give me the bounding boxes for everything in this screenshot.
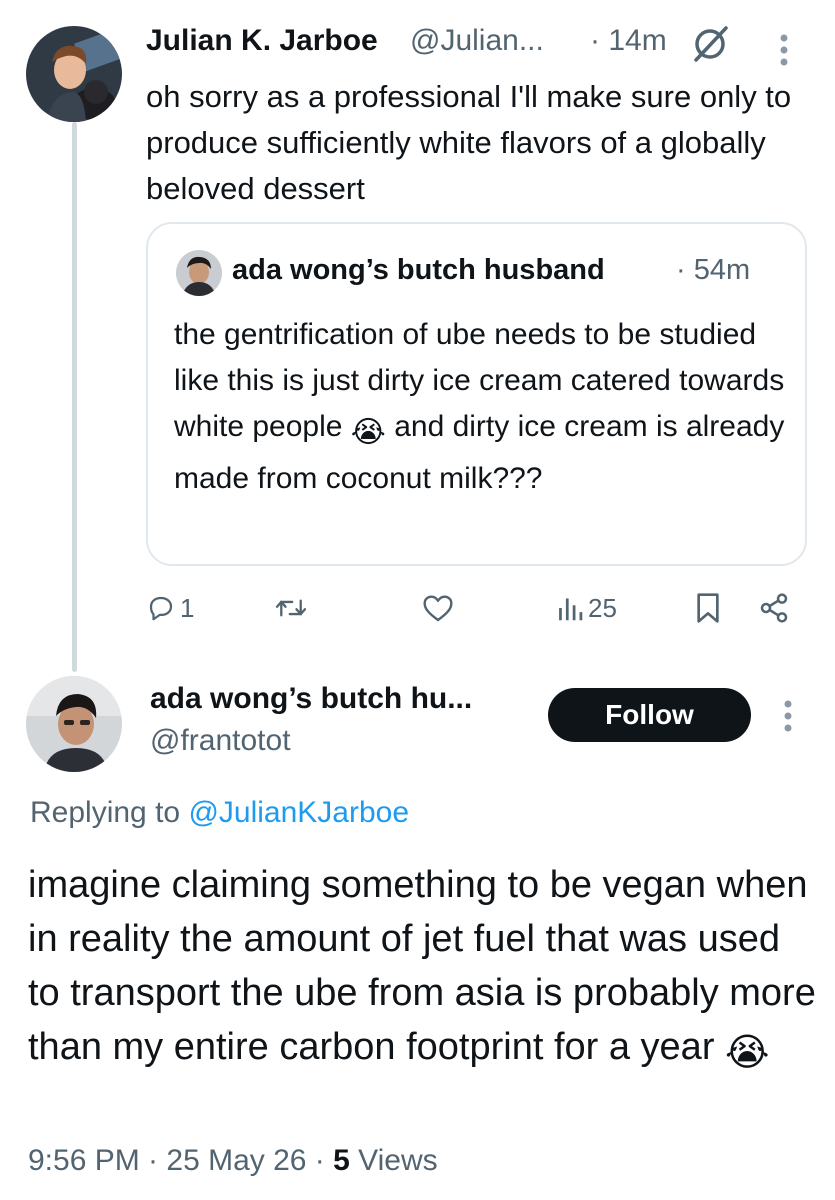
parent-author-name[interactable]: Julian K. Jarboe — [146, 24, 378, 58]
views-count: 25 — [588, 592, 617, 623]
replying-to-line: Replying to @JulianKJarboe — [30, 796, 409, 830]
bookmark-icon — [694, 592, 722, 624]
tweet-timestamp[interactable]: 9:56 PM · 25 May 26 · — [28, 1144, 333, 1177]
quote-tweet-text: the gentrification of ube needs to be st… — [174, 312, 789, 502]
retweet-icon — [274, 593, 308, 623]
avatar-frantotot[interactable] — [26, 676, 122, 772]
follow-button[interactable]: Follow — [548, 688, 751, 742]
quote-timestamp: · 54m — [676, 254, 751, 286]
like-icon — [422, 593, 454, 623]
thread-connector-line — [72, 122, 77, 672]
avatar-julian[interactable] — [26, 26, 122, 122]
main-tweet-body: imagine claiming something to be vegan w… — [28, 864, 816, 1068]
quote-author-avatar — [176, 250, 222, 296]
more-vertical-icon[interactable] — [774, 32, 794, 68]
main-author-handle[interactable]: @frantotot — [150, 724, 291, 758]
grok-slash-circle-icon[interactable] — [688, 24, 732, 64]
tweet-metadata: 9:56 PM · 25 May 26 · 5 Views — [28, 1144, 438, 1178]
parent-author-handle[interactable]: @Julian... — [410, 24, 544, 58]
views-icon — [556, 593, 584, 623]
quoted-tweet-card[interactable]: ada wong’s butch husband · 54m the gentr… — [146, 222, 807, 566]
share-icon — [758, 592, 790, 624]
reply-icon — [146, 593, 176, 623]
retweet-button[interactable] — [274, 584, 308, 632]
parent-tweet-text: oh sorry as a professional I'll make sur… — [146, 79, 792, 206]
main-more-vertical-icon[interactable] — [778, 698, 798, 734]
quote-author-name: ada wong’s butch husband — [232, 254, 605, 286]
main-author-name[interactable]: ada wong’s butch hu... — [150, 682, 472, 716]
main-tweet-text: imagine claiming something to be vegan w… — [28, 858, 818, 1080]
reply-count: 1 — [180, 592, 195, 623]
like-button[interactable] — [422, 584, 454, 632]
parent-timestamp[interactable]: · 14m — [590, 24, 667, 58]
loudly-crying-emoji-icon: 😭 — [725, 1032, 770, 1074]
replying-to-handle-link[interactable]: @JulianKJarboe — [188, 796, 409, 829]
views-button[interactable]: 25 — [556, 584, 617, 632]
reply-button[interactable]: 1 — [146, 584, 194, 632]
share-button[interactable] — [758, 584, 790, 632]
views-count-main: 5 — [333, 1144, 350, 1177]
loudly-crying-emoji-icon: 😭 — [350, 416, 386, 449]
bookmark-button[interactable] — [694, 584, 722, 632]
parent-action-bar: 1 25 — [146, 584, 816, 632]
replying-prefix: Replying to — [30, 796, 189, 829]
views-label: Views — [349, 1144, 438, 1177]
